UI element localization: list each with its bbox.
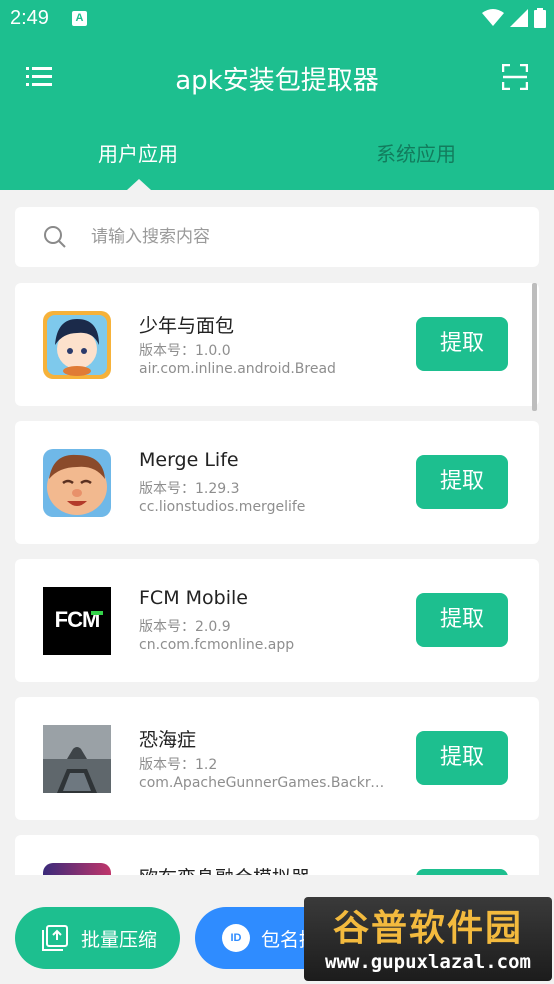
app-name: 少年与面包	[139, 315, 235, 337]
extract-button[interactable]: 提取	[416, 869, 508, 875]
tab-user-apps[interactable]: 用户应用	[38, 138, 238, 167]
extract-button[interactable]: 提取	[416, 317, 508, 371]
app-bar: apk安装包提取器 用户应用 系统应用	[0, 38, 554, 190]
extract-button[interactable]: 提取	[416, 455, 508, 509]
app-icon-ultraman	[43, 863, 111, 875]
app-card: FCM FCM Mobile 版本号：2.0.9 cn.com.fcmonlin…	[15, 559, 539, 682]
app-name: 恐海症	[139, 729, 197, 751]
app-version: 版本号：1.29.3	[139, 481, 240, 497]
bulk-compress-button[interactable]: 批量压缩	[15, 907, 180, 969]
app-package: cn.com.fcmonline.app	[139, 637, 295, 653]
watermark-title: 谷普软件园	[332, 908, 523, 949]
scrollbar[interactable]	[532, 283, 537, 411]
watermark-url: www.gupuxlazal.com	[325, 951, 531, 973]
id-icon: ID	[222, 924, 250, 952]
extract-button[interactable]: 提取	[416, 593, 508, 647]
app-package: cc.lionstudios.mergelife	[139, 499, 306, 515]
search-bar	[15, 207, 539, 267]
page-title: apk安装包提取器	[175, 66, 379, 96]
app-card: 少年与面包 版本号：1.0.0 air.com.inline.android.B…	[15, 283, 539, 406]
watermark-logo: 谷普软件园 www.gupuxlazal.com	[304, 897, 552, 981]
app-list[interactable]: 少年与面包 版本号：1.0.0 air.com.inline.android.B…	[15, 283, 539, 875]
app-package: air.com.inline.android.Bread	[139, 361, 336, 377]
scan-icon[interactable]	[502, 64, 528, 90]
notification-icon: A	[72, 11, 87, 26]
app-version: 版本号：1.0.0	[139, 343, 231, 359]
wifi-icon	[482, 9, 504, 26]
bulk-compress-label: 批量压缩	[81, 929, 158, 951]
extract-button[interactable]: 提取	[416, 731, 508, 785]
app-icon-fcm-mobile: FCM	[43, 587, 111, 655]
app-name: Merge Life	[139, 449, 239, 471]
compress-icon	[42, 925, 68, 951]
active-tab-indicator	[127, 179, 151, 190]
app-card: 恐海症 版本号：1.2 com.ApacheGunnerGames.Backro…	[15, 697, 539, 820]
app-name: FCM Mobile	[139, 587, 248, 609]
app-name: 欧布变身融合模拟器	[139, 863, 310, 875]
fcm-accent-mark	[91, 611, 103, 615]
app-card: 欧布变身融合模拟器 提取	[15, 835, 539, 875]
status-time: 2:49	[10, 7, 49, 29]
search-input[interactable]	[91, 217, 511, 257]
battery-icon	[534, 8, 546, 28]
app-card: Merge Life 版本号：1.29.3 cc.lionstudios.mer…	[15, 421, 539, 544]
search-icon	[44, 226, 66, 248]
app-icon-merge-life	[43, 449, 111, 517]
signal-icon	[510, 9, 528, 27]
system-icons	[482, 8, 546, 28]
app-icon-bread	[43, 311, 111, 379]
status-bar: 2:49 A	[0, 0, 554, 38]
app-version: 版本号：2.0.9	[139, 619, 231, 635]
app-package: com.ApacheGunnerGames.Backro...	[139, 775, 389, 791]
app-icon-fear-of-sea	[43, 725, 111, 793]
tab-system-apps[interactable]: 系统应用	[316, 138, 516, 167]
app-version: 版本号：1.2	[139, 757, 218, 773]
